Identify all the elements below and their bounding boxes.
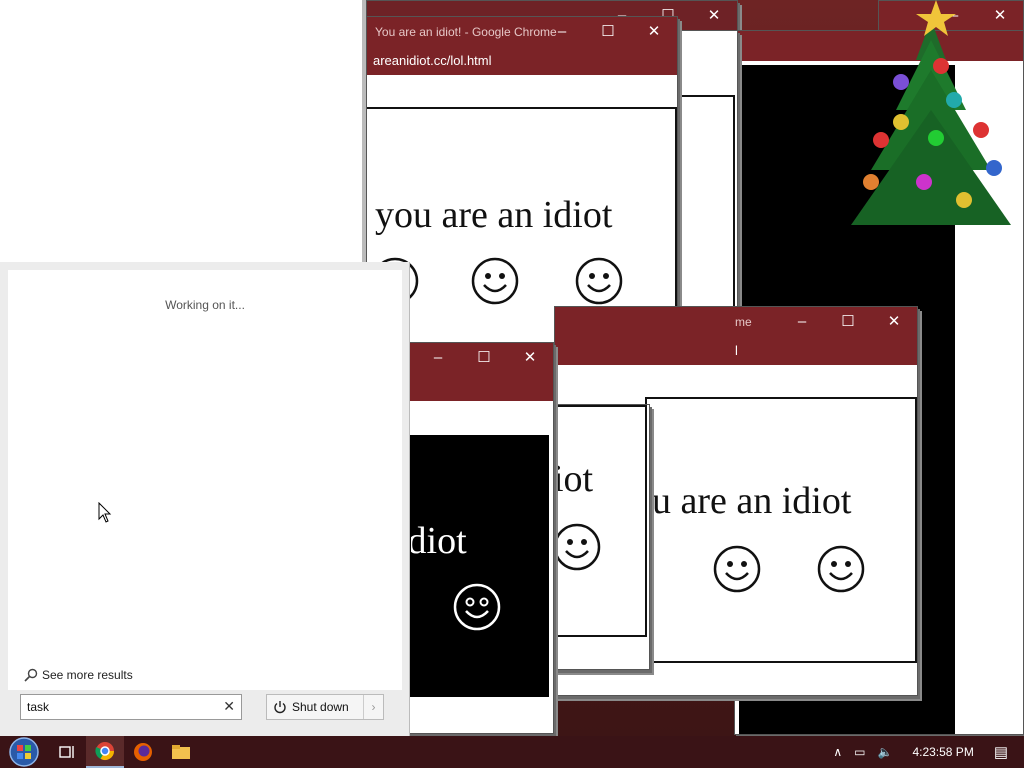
shutdown-options-arrow[interactable]: › bbox=[363, 695, 383, 719]
system-tray: ∧ ▭ 🔈 4:23:58 PM ▤ bbox=[827, 736, 1024, 768]
maximize-button[interactable]: ☐ bbox=[461, 343, 507, 373]
smiley-icon bbox=[575, 257, 623, 305]
christmas-tree-icon bbox=[851, 0, 1011, 225]
maximize-button[interactable]: ☐ bbox=[825, 307, 871, 337]
folder-icon bbox=[172, 745, 190, 759]
windows-orb-icon bbox=[9, 737, 39, 767]
page-area: idiot bbox=[409, 435, 549, 697]
see-more-results-link[interactable]: See more results bbox=[24, 668, 133, 682]
task-view-button[interactable] bbox=[48, 736, 86, 768]
taskbar: ∧ ▭ 🔈 4:23:58 PM ▤ bbox=[0, 736, 1024, 768]
status-text: Working on it... bbox=[165, 298, 245, 312]
url-text: l bbox=[735, 343, 738, 358]
see-more-label: See more results bbox=[42, 668, 133, 682]
window-title: me bbox=[735, 315, 752, 329]
idiot-message: iot bbox=[553, 458, 594, 500]
taskbar-firefox[interactable] bbox=[124, 736, 162, 768]
title-bar[interactable]: –☐✕ bbox=[409, 343, 553, 373]
taskbar-file-explorer[interactable] bbox=[162, 736, 200, 768]
search-value: task bbox=[27, 700, 50, 714]
title-bar[interactable]: me – ☐ ✕ bbox=[555, 307, 917, 337]
network-icon[interactable]: ▭ bbox=[854, 745, 865, 759]
idiot-message: you are an idiot bbox=[375, 194, 613, 236]
minimize-button[interactable]: – bbox=[539, 17, 585, 47]
search-results-pane: Working on it... See more results bbox=[8, 270, 402, 690]
window-title: You are an idiot! - Google Chrome bbox=[375, 25, 557, 39]
firefox-icon bbox=[134, 743, 152, 761]
smiley-icon bbox=[817, 545, 865, 593]
maximize-button[interactable]: ☐ bbox=[585, 17, 631, 47]
desktop: –✕ –☐✕ t You are an idiot! - Google Chro… bbox=[0, 0, 1024, 736]
idiot-message: ou are an idiot bbox=[645, 480, 852, 522]
title-bar[interactable]: You are an idiot! - Google Chrome – ☐ ✕ bbox=[367, 17, 677, 47]
idiot-window-center[interactable]: iot bbox=[550, 404, 650, 670]
smiley-icon bbox=[453, 583, 501, 631]
close-button[interactable]: ✕ bbox=[691, 1, 737, 31]
shutdown-label: Shut down bbox=[292, 700, 349, 714]
minimize-button[interactable]: – bbox=[779, 307, 825, 337]
search-input[interactable]: task ✕ bbox=[20, 694, 242, 720]
task-view-icon bbox=[59, 746, 74, 758]
close-button[interactable]: ✕ bbox=[871, 307, 917, 337]
smiley-icon bbox=[553, 523, 601, 571]
chrome-icon bbox=[95, 742, 114, 761]
shutdown-button[interactable]: Shut down › bbox=[266, 694, 384, 720]
mouse-cursor-icon bbox=[98, 502, 112, 523]
volume-icon[interactable]: 🔈 bbox=[877, 745, 892, 759]
clear-icon[interactable]: ✕ bbox=[223, 698, 235, 715]
page-area: ou are an idiot bbox=[645, 397, 917, 663]
chevron-up-icon[interactable]: ∧ bbox=[833, 745, 842, 759]
address-bar[interactable]: l bbox=[555, 337, 917, 365]
close-button[interactable]: ✕ bbox=[631, 17, 677, 47]
idiot-window-dark-lower[interactable]: –☐✕ idiot bbox=[408, 342, 554, 734]
address-bar[interactable]: areanidiot.cc/lol.html bbox=[367, 47, 677, 75]
search-icon bbox=[24, 668, 38, 682]
notification-icon[interactable]: ▤ bbox=[994, 743, 1008, 761]
smiley-icon bbox=[713, 545, 761, 593]
smiley-icon bbox=[471, 257, 519, 305]
close-button[interactable]: ✕ bbox=[507, 343, 553, 373]
clock[interactable]: 4:23:58 PM bbox=[912, 745, 973, 759]
start-button[interactable] bbox=[0, 736, 48, 768]
blank-window[interactable] bbox=[0, 0, 366, 262]
address-bar[interactable] bbox=[409, 373, 553, 401]
idiot-message: idiot bbox=[409, 520, 467, 562]
page-area: iot bbox=[551, 405, 647, 637]
taskbar-chrome[interactable] bbox=[86, 736, 124, 768]
start-menu[interactable]: Working on it... See more results task ✕… bbox=[0, 262, 410, 736]
power-icon bbox=[274, 701, 286, 714]
url-text: areanidiot.cc/lol.html bbox=[373, 53, 492, 68]
minimize-button[interactable]: – bbox=[415, 343, 461, 373]
